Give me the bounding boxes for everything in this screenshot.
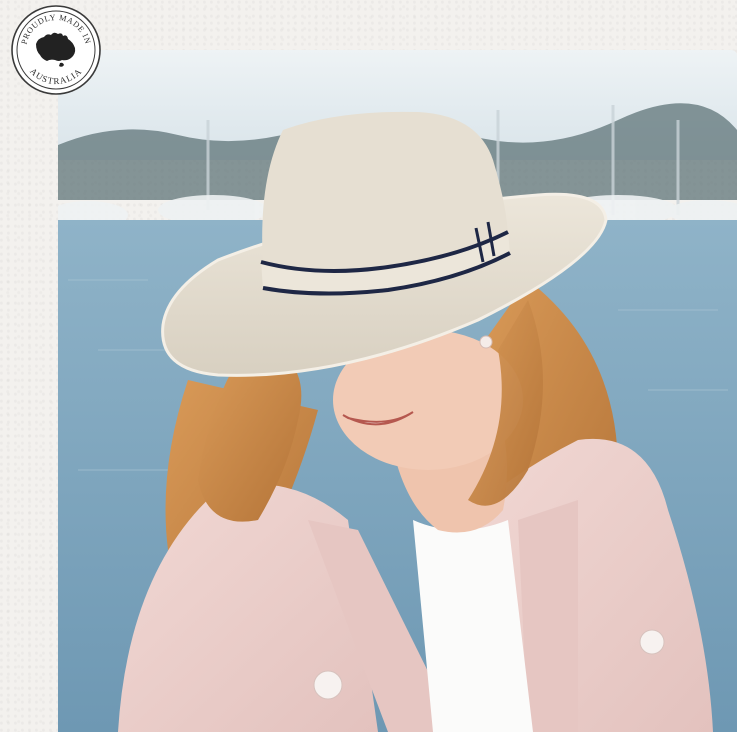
product-photo (58, 50, 737, 732)
earring (479, 335, 493, 349)
badge-seal: PROUDLY MADE IN AUSTRALIA (11, 5, 101, 95)
photo-illustration (58, 50, 737, 732)
made-in-australia-badge: PROUDLY MADE IN AUSTRALIA (10, 4, 102, 96)
